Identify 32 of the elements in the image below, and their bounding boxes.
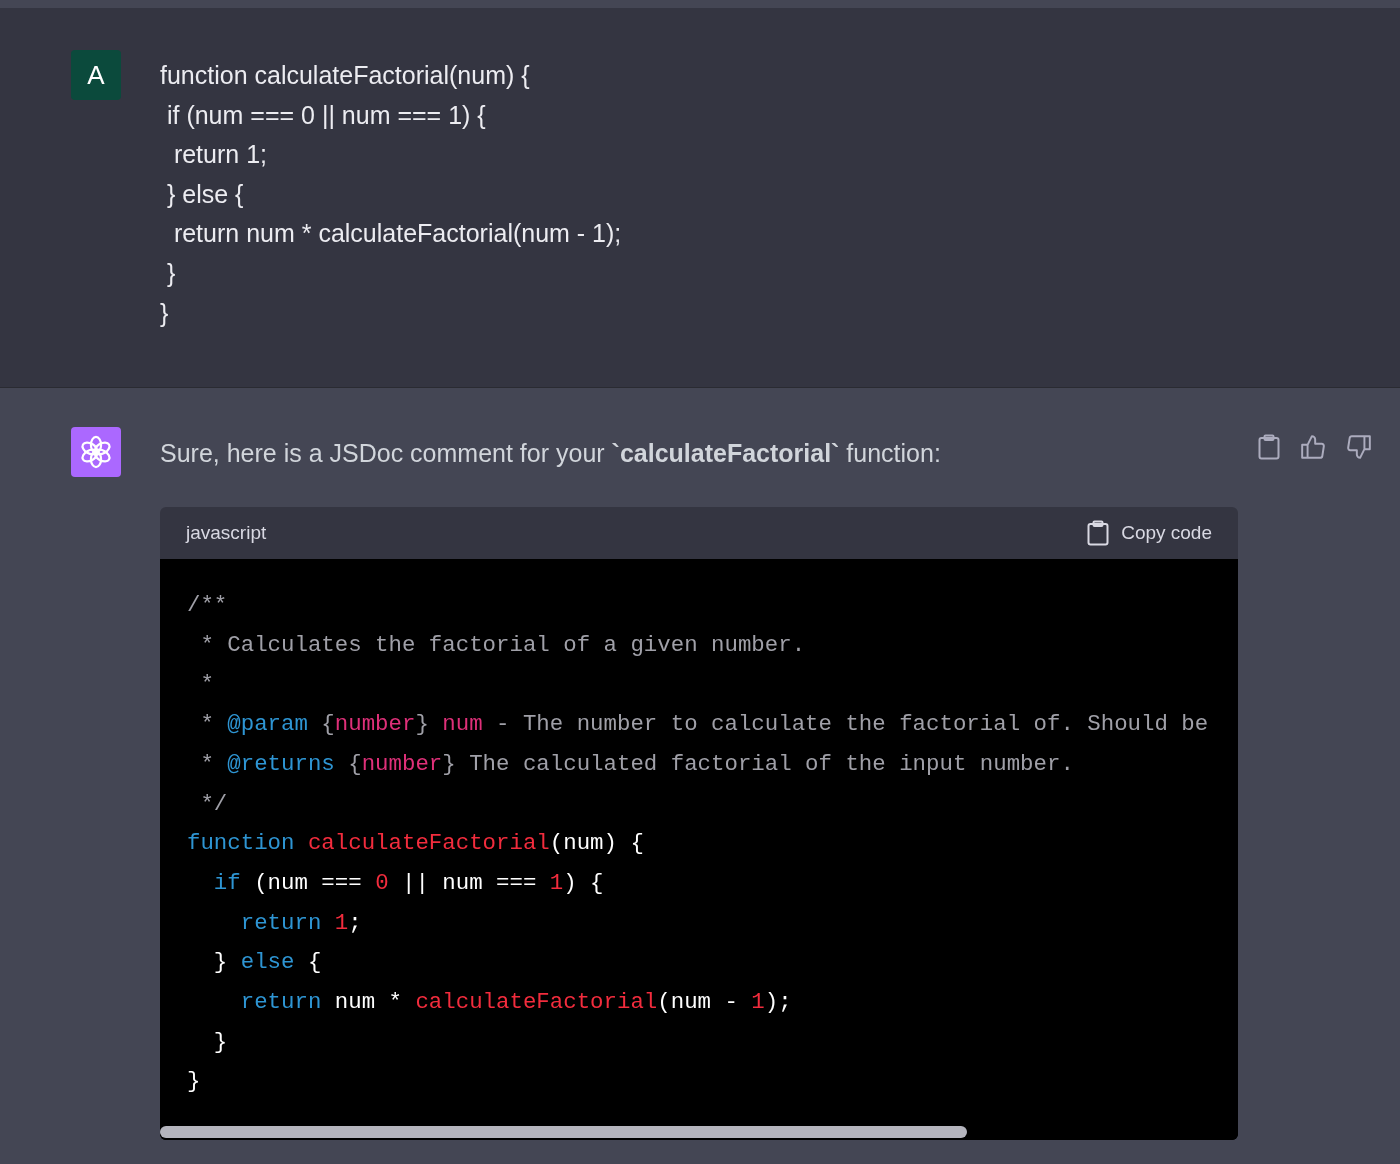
thumbs-down-button[interactable] bbox=[1346, 433, 1372, 461]
message-line: } bbox=[165, 257, 176, 289]
thumbs-up-button[interactable] bbox=[1300, 433, 1326, 461]
clipboard-icon bbox=[1258, 434, 1280, 460]
thumbs-down-icon bbox=[1346, 434, 1372, 460]
code-line: if (num === 0 || num === 1) { bbox=[212, 868, 604, 898]
language-label: javascript bbox=[186, 520, 267, 545]
message-line: if (num === 0 || num === 1) { bbox=[165, 99, 486, 131]
message-line: } bbox=[160, 297, 169, 329]
copy-button[interactable] bbox=[1258, 433, 1280, 461]
message-line: return 1; bbox=[172, 139, 267, 171]
code-line: return 1; bbox=[239, 908, 362, 938]
code-line: return num * calculateFactorial(num - 1); bbox=[239, 988, 792, 1018]
code-line: } bbox=[212, 1027, 228, 1057]
clipboard-icon bbox=[1087, 520, 1110, 546]
code-line: * bbox=[199, 670, 214, 700]
code-line: */ bbox=[199, 789, 228, 819]
code-line: * Calculates the factorial of a given number. bbox=[199, 630, 806, 660]
reply-text: Sure, here is a JSDoc comment for your `calculateFactorial` function: bbox=[160, 438, 942, 469]
message-line: return num * calculateFactorial(num - 1); bbox=[172, 218, 622, 250]
code-line: } else { bbox=[212, 948, 322, 978]
message-line: } else { bbox=[165, 178, 244, 210]
thumbs-up-icon bbox=[1300, 434, 1326, 460]
horizontal-scrollbar[interactable] bbox=[160, 1126, 967, 1138]
message-line: function calculateFactorial(num) { bbox=[160, 60, 530, 91]
copy-code-button[interactable]: Copy code bbox=[1087, 518, 1212, 548]
code-line: /** bbox=[187, 591, 228, 620]
code-line: } bbox=[187, 1067, 201, 1097]
code-line: * @returns {number} The calculated factorial of the input number. bbox=[199, 749, 1074, 779]
code-line: * @param {number} num - The number to calculate the factorial of. Should be bbox=[199, 710, 1209, 740]
user-avatar: A bbox=[71, 50, 121, 100]
code-line: function calculateFactorial(num) { bbox=[187, 829, 644, 859]
